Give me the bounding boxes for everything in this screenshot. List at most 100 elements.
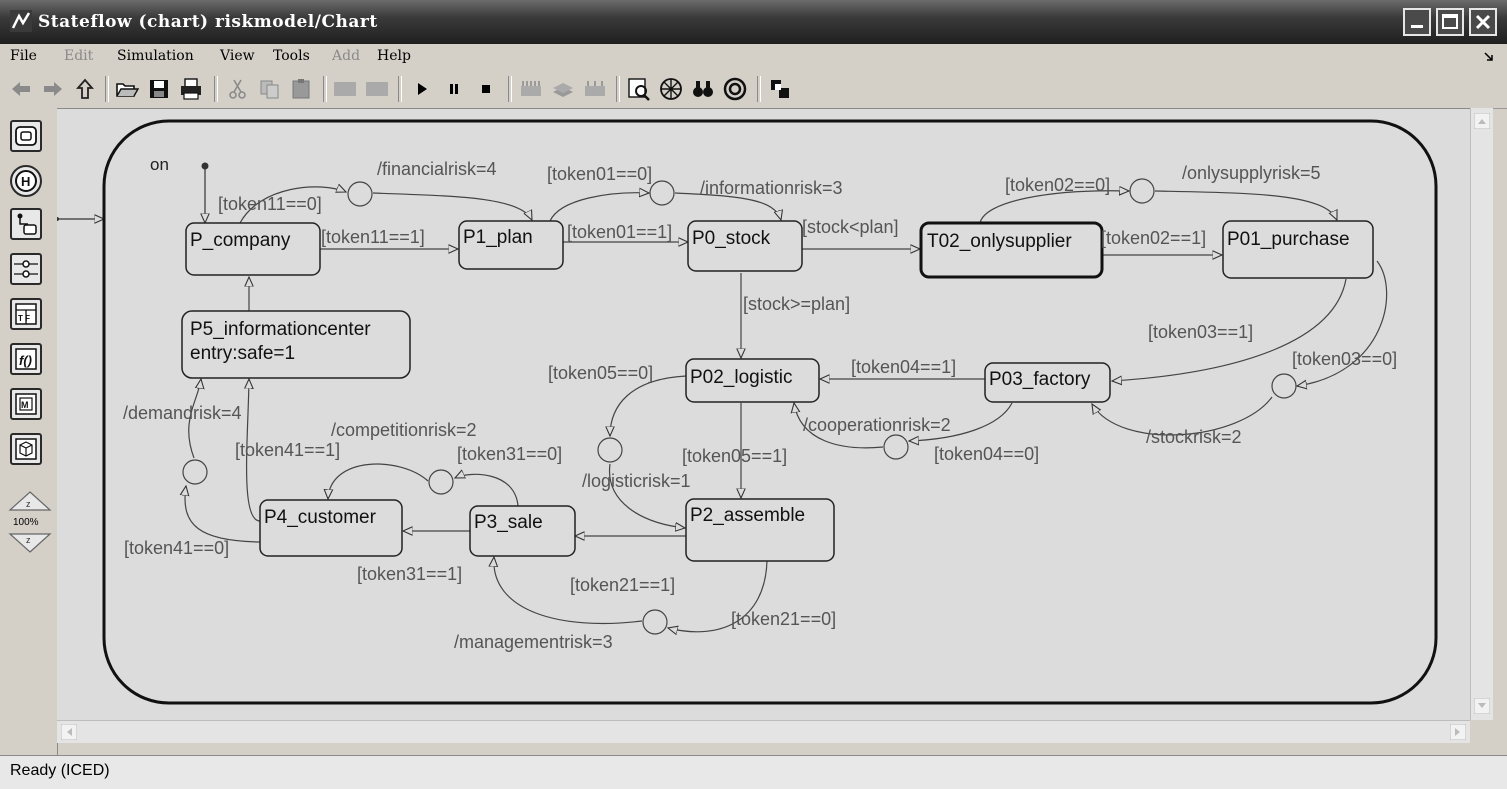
svg-text:M: M	[21, 400, 29, 410]
history-junction-button[interactable]: H	[10, 165, 42, 197]
state-P5_informationcenter[interactable]: P5_informationcenter entry:safe=1	[181, 310, 411, 379]
find-icon[interactable]	[690, 76, 716, 102]
stateflow-diagram: on P_company P1_plan P0_stock T02_onlysu…	[57, 119, 1438, 705]
menu-tools[interactable]: Tools	[273, 48, 310, 64]
zoom-level: 100%	[13, 517, 39, 528]
svg-text:P2_assemble: P2_assemble	[690, 505, 805, 526]
zoom-control[interactable]: z 100% z	[8, 490, 52, 554]
label-demandrisk: /demandrisk=4	[123, 403, 242, 423]
toolbar	[0, 70, 1507, 109]
label-token21-1: [token21==1]	[570, 575, 675, 595]
function-icon: f()	[15, 348, 37, 370]
state-T02_onlysupplier[interactable]: T02_onlysupplier	[919, 221, 1104, 279]
label-token31-1: [token31==1]	[357, 564, 462, 584]
target-icon[interactable]	[722, 76, 748, 102]
connective-junction-icon	[14, 260, 38, 278]
box-button[interactable]	[10, 433, 42, 465]
state-P4_customer[interactable]: P4_customer	[259, 499, 403, 557]
default-transition-button[interactable]	[10, 208, 42, 240]
state-P01_purchase[interactable]: P01_purchase	[1222, 220, 1374, 279]
label-token01-0: [token01==0]	[547, 164, 652, 184]
label-token02-1: [token02==1]	[1101, 228, 1206, 248]
close-button[interactable]	[1469, 8, 1497, 36]
state-P2_assemble[interactable]: P2_assemble	[685, 498, 835, 562]
back-icon[interactable]	[8, 76, 34, 102]
cut-icon[interactable]	[225, 76, 251, 102]
debugger-icon[interactable]	[658, 76, 684, 102]
state-tool-icon	[15, 126, 37, 146]
function-button[interactable]: f()	[10, 343, 42, 375]
minimize-button[interactable]	[1403, 8, 1431, 36]
label-stock-ge-plan: [stock>=plan]	[743, 294, 850, 314]
svg-text:P02_logistic: P02_logistic	[690, 367, 792, 388]
connective-junction-button[interactable]	[10, 253, 42, 285]
label-token11-0: [token11==0]	[218, 194, 322, 214]
save-icon[interactable]	[146, 76, 172, 102]
vertical-scrollbar[interactable]	[1470, 108, 1493, 720]
svg-text:entry:safe=1: entry:safe=1	[190, 343, 295, 364]
forward-icon[interactable]	[40, 76, 66, 102]
menu-edit[interactable]: Edit	[64, 48, 93, 64]
svg-text:P5_informationcenter: P5_informationcenter	[190, 319, 371, 340]
state-P0_stock[interactable]: P0_stock	[687, 220, 803, 272]
truth-table-button[interactable]: T F	[10, 298, 42, 330]
svg-text:P0_stock: P0_stock	[692, 228, 771, 249]
label-competitionrisk: /competitionrisk=2	[331, 420, 477, 440]
menu-bar: File Edit Simulation View Tools Add Help	[0, 44, 1507, 70]
menu-help[interactable]: Help	[377, 48, 411, 64]
label-managementrisk: /managementrisk=3	[454, 632, 613, 652]
default-transition-icon	[17, 213, 37, 235]
svg-text:P01_purchase: P01_purchase	[1227, 229, 1350, 250]
title-bar[interactable]: Stateflow (chart) riskmodel/Chart	[0, 0, 1507, 44]
pause-icon[interactable]	[441, 76, 467, 102]
window-title: Stateflow (chart) riskmodel/Chart	[38, 12, 378, 32]
simulink-model-icon[interactable]	[767, 76, 793, 102]
menu-view[interactable]: View	[220, 48, 255, 64]
copy-icon[interactable]	[257, 76, 283, 102]
state-P_company[interactable]: P_company	[185, 222, 321, 276]
svg-text:f(): f()	[19, 353, 32, 368]
maximize-button[interactable]	[1436, 8, 1464, 36]
horizontal-scrollbar[interactable]	[57, 720, 1470, 743]
redo-icon[interactable]	[364, 76, 390, 102]
label-token31-0: [token31==0]	[457, 444, 562, 464]
svg-text:z: z	[26, 499, 31, 509]
status-text: Ready (ICED)	[10, 762, 110, 779]
label-financialrisk: /financialrisk=4	[377, 159, 497, 179]
build-icon[interactable]	[518, 76, 544, 102]
stop-icon[interactable]	[473, 76, 499, 102]
scroll-up-icon[interactable]	[1474, 113, 1490, 129]
state-tool-button[interactable]	[10, 120, 42, 152]
svg-text:T F: T F	[18, 314, 30, 323]
menu-file[interactable]: File	[10, 48, 37, 64]
embedded-matlab-button[interactable]: M	[10, 388, 42, 420]
open-folder-icon[interactable]	[114, 76, 140, 102]
state-P1_plan[interactable]: P1_plan	[458, 220, 564, 270]
scroll-right-icon[interactable]	[1450, 724, 1466, 740]
stateflow-build-icon[interactable]	[582, 76, 608, 102]
print-icon[interactable]	[178, 76, 204, 102]
label-token04-0: [token04==0]	[934, 444, 1039, 464]
paste-icon[interactable]	[289, 76, 315, 102]
menu-dock-icon[interactable]	[1484, 52, 1494, 62]
play-icon[interactable]	[409, 76, 435, 102]
state-P02_logistic[interactable]: P02_logistic	[685, 358, 820, 403]
menu-simulation[interactable]: Simulation	[117, 48, 194, 64]
scroll-down-icon[interactable]	[1474, 698, 1490, 714]
up-icon[interactable]	[72, 76, 98, 102]
rebuild-icon[interactable]	[550, 76, 576, 102]
label-token03-0: [token03==0]	[1292, 349, 1397, 369]
stateflow-window: Stateflow (chart) riskmodel/Chart File E…	[0, 0, 1507, 789]
chart-canvas[interactable]: on P_company P1_plan P0_stock T02_onlysu…	[57, 108, 1470, 721]
label-token41-0: [token41==0]	[124, 538, 229, 558]
state-P3_sale[interactable]: P3_sale	[469, 505, 576, 557]
explorer-icon[interactable]	[626, 76, 652, 102]
svg-text:P_company: P_company	[190, 230, 291, 251]
menu-add[interactable]: Add	[332, 48, 360, 64]
label-informationrisk: /informationrisk=3	[700, 178, 843, 198]
minimize-icon	[1411, 25, 1423, 28]
scroll-left-icon[interactable]	[61, 724, 77, 740]
undo-icon[interactable]	[332, 76, 358, 102]
state-P03_factory[interactable]: P03_factory	[984, 362, 1111, 403]
label-cooperationrisk: /cooperationrisk=2	[803, 415, 951, 435]
